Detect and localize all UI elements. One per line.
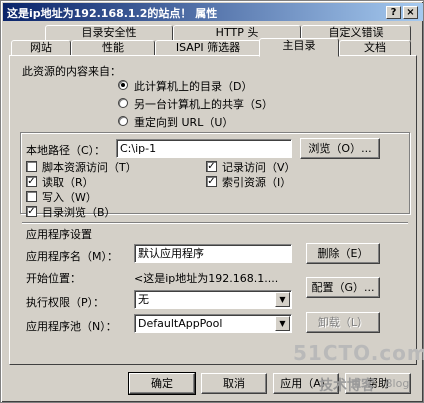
local-path-field[interactable]: C:\ip-1 [116,139,292,158]
checkbox-log-visits[interactable]: ✓ [206,161,217,172]
radio-redirect-url-label[interactable]: 重定向到 URL（U） [134,114,233,130]
directory-browsing-label[interactable]: 目录浏览（B） [42,204,116,220]
app-pool-value: DefaultAppPool [138,317,223,330]
script-source-access-label[interactable]: 脚本资源访问（T） [42,159,137,175]
window-title: 这是ip地址为192.168.1.2的站点！ 属性 [7,7,218,20]
radio-local-directory[interactable] [118,80,128,90]
cancel-button[interactable]: 取消 [201,373,267,394]
radio-local-directory-label[interactable]: 此计算机上的目录（D） [134,78,252,94]
app-name-label: 应用程序名（M）： [26,250,118,263]
watermark-blog: Blog [385,377,410,390]
write-label[interactable]: 写入（W） [42,189,97,205]
check-mark-icon: ✓ [27,176,36,187]
ok-button[interactable]: 确定 [128,372,196,395]
tab-isapi-filters[interactable]: ISAPI 筛选器 [155,40,261,56]
unload-button[interactable]: 卸载（L） [306,312,380,333]
radio-network-share-label[interactable]: 另一台计算机上的共享（S） [134,96,273,112]
home-directory-panel: 此资源的内容来自： 此计算机上的目录（D） 另一台计算机上的共享（S） 重定向到… [9,55,417,365]
tab-documents[interactable]: 文档 [339,40,411,56]
browse-button[interactable]: 浏览（O）... [300,138,380,159]
app-pool-label: 应用程序池（N）： [26,320,117,333]
tab-home-directory[interactable]: 主目录 [259,38,339,57]
checkbox-directory-browsing[interactable]: ✓ [26,206,37,217]
check-mark-icon: ✓ [207,176,216,187]
radio-redirect-url[interactable] [118,116,128,126]
watermark-site: 51CTO.com [293,341,424,365]
start-point-value: <这是ip地址为192.168.1.... [134,272,279,285]
checkbox-index-resource[interactable]: ✓ [206,176,217,187]
checkbox-script-source-access[interactable] [26,161,37,172]
tab-directory-security[interactable]: 目录安全性 [45,25,173,41]
close-icon[interactable]: × [403,6,418,19]
properties-dialog: 这是ip地址为192.168.1.2的站点！ 属性 ? × 目录安全性 HTTP… [0,0,424,403]
tab-website[interactable]: 网站 [11,40,71,56]
checkbox-read[interactable]: ✓ [26,176,37,187]
index-resource-label[interactable]: 索引资源（I） [222,174,291,190]
execute-permissions-value: 无 [138,293,149,306]
dropdown-arrow-icon[interactable]: ▼ [275,316,290,331]
dropdown-arrow-icon[interactable]: ▼ [275,292,290,307]
remove-button[interactable]: 删除（E） [306,243,380,264]
execute-permissions-label: 执行权限（P）： [26,296,105,309]
help-icon[interactable]: ? [386,6,401,19]
check-mark-icon: ✓ [27,206,36,217]
source-heading: 此资源的内容来自： [22,65,121,78]
checkbox-write[interactable] [26,191,37,202]
app-pool-select[interactable]: DefaultAppPool ▼ [134,314,292,333]
tab-performance[interactable]: 性能 [71,40,155,56]
app-settings-heading: 应用程序设置 [26,228,92,241]
title-bar[interactable]: 这是ip地址为192.168.1.2的站点！ 属性 ? × [3,3,423,21]
start-point-label: 开始位置： [26,272,81,285]
local-path-label: 本地路径（C）： [26,144,106,157]
log-visits-label[interactable]: 记录访问（V） [222,159,296,175]
watermark-tagline: 技术博客 [319,378,375,394]
app-name-field[interactable]: 默认应用程序 [134,244,292,263]
read-label[interactable]: 读取（R） [42,174,94,190]
execute-permissions-select[interactable]: 无 ▼ [134,290,292,309]
configure-button[interactable]: 配置（G）... [306,277,380,298]
check-mark-icon: ✓ [207,161,216,172]
radio-network-share[interactable] [118,98,128,108]
app-settings-divider [22,222,408,224]
